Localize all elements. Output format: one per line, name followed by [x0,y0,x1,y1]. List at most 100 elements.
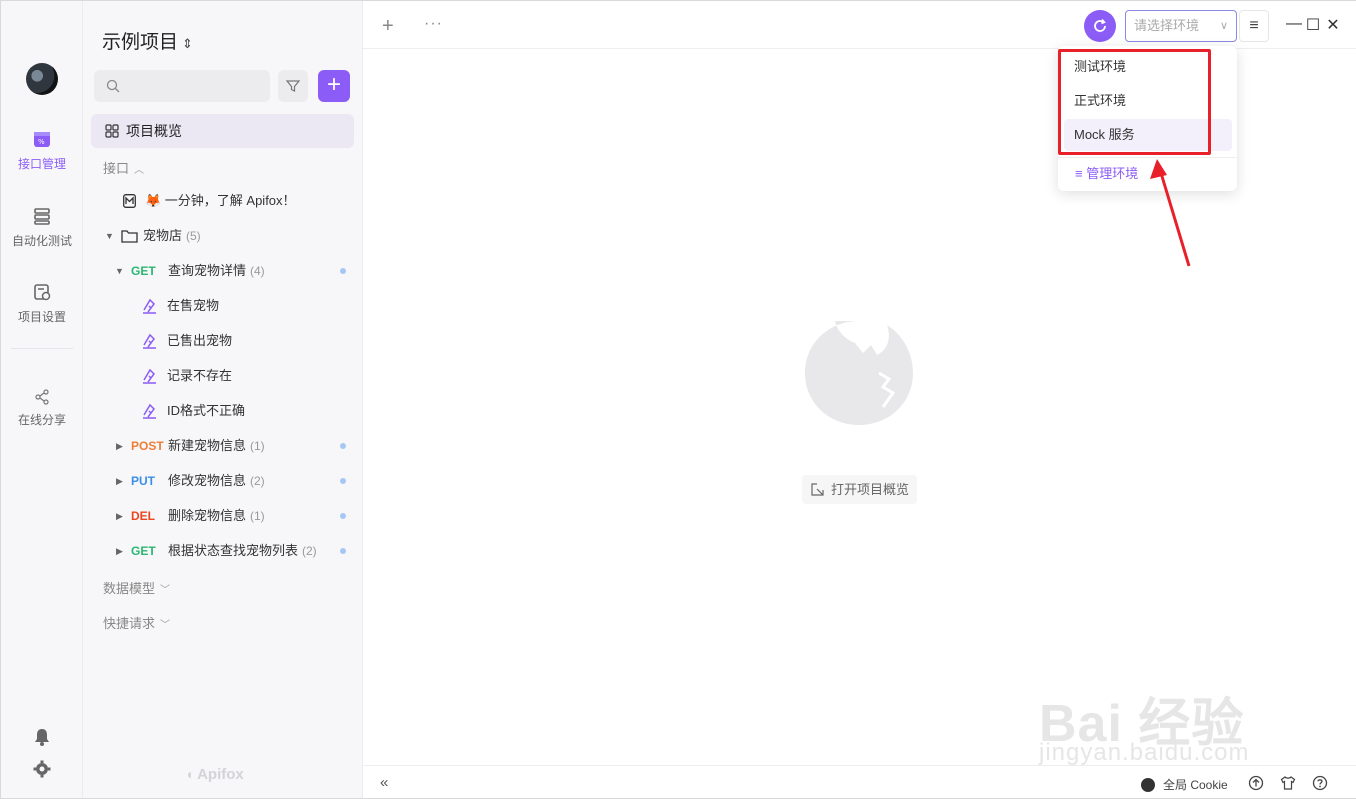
caret-right-icon: ▶ [116,441,123,451]
brand-logo: ◖ Apifox [185,766,244,783]
maximize-button[interactable]: ☐ [1304,15,1322,35]
endpoint-count: (1) [250,509,265,523]
rail-item-label: 自动化测试 [11,234,72,248]
caret-down-icon: ▼ [105,231,114,241]
status-dot [340,443,346,449]
api-icon: % [34,132,50,147]
collapse-sidebar-button[interactable]: « [380,774,388,791]
caret-right-icon: ▶ [116,476,123,486]
method-badge: GET [131,544,156,558]
section-label: 接口 [103,161,130,176]
rail-item-test[interactable]: 自动化测试 [1,206,83,249]
case-icon [143,298,156,314]
rail-item-share[interactable]: 在线分享 [1,389,83,428]
shirt-icon[interactable] [1280,775,1296,791]
chevron-down-icon: ﹀ [160,585,171,596]
more-icon[interactable]: ··· [424,15,443,33]
gear-icon[interactable] [32,759,52,779]
endpoint-count: (1) [250,439,265,453]
env-placeholder: 请选择环境 [1134,18,1200,33]
folder-icon [121,230,138,243]
watermark: Bai 经验 jingyan.baidu.com [1039,651,1339,771]
open-overview-button[interactable]: 打开项目概览 [802,475,917,504]
section-label: 快捷请求 [103,616,156,631]
open-overview-label: 打开项目概览 [831,482,910,497]
rail-item-settings[interactable]: 项目设置 [1,282,83,325]
rail-item-label: 在线分享 [17,413,66,427]
endpoint-label: 删除宠物信息 [168,508,247,523]
method-badge: PUT [131,474,155,488]
filter-icon [286,80,300,92]
case-row[interactable]: ID格式不正确 [83,396,363,426]
sidebar-item-overview[interactable]: 项目概览 [91,114,354,148]
menu-button[interactable]: ≡ [1239,10,1269,42]
method-badge: DEL [131,509,155,523]
avatar[interactable] [26,63,58,95]
empty-state-logo [805,321,913,425]
watermark-url: jingyan.baidu.com [1039,739,1250,766]
env-select[interactable]: 请选择环境 ∨ [1125,10,1237,42]
case-label: 已售出宠物 [167,333,233,348]
close-button[interactable]: ✕ [1324,15,1342,35]
rail-item-api[interactable]: % 接口管理 [1,129,83,172]
endpoint-row[interactable]: ▼ GET 查询宠物详情 (4) [83,256,363,286]
nav-rail: % 接口管理 自动化测试 项目设置 在线分享 [1,1,83,798]
doc-label: 🦊 一分钟，了解 Apifox！ [145,193,296,208]
chevron-up-icon: ︿ [134,165,145,176]
open-icon [811,483,824,496]
tree-item-doc[interactable]: 🦊 一分钟，了解 Apifox！ [83,186,363,216]
search-input[interactable] [94,70,270,102]
cookie-button[interactable]: 全局 Cookie [1141,776,1228,793]
grid-icon [105,124,119,138]
manage-env-label: 管理环境 [1086,166,1139,181]
switch-icon: ⇕ [182,36,193,51]
add-button[interactable]: + [318,70,350,102]
minimize-button[interactable]: — [1285,15,1303,33]
upload-icon[interactable] [1248,775,1264,791]
tree-folder[interactable]: ▼ 宠物店 (5) [83,221,363,251]
project-switcher[interactable]: 示例项目 ⇕ [102,27,193,54]
endpoint-row[interactable]: ▶ PUT 修改宠物信息 (2) [83,466,363,496]
filter-button[interactable] [278,70,308,102]
sidebar: 示例项目 ⇕ + 项目概览 接口 ︿ 🦊 一分钟，了解 Apifox！ ▼ 宠物… [83,1,363,798]
endpoint-row[interactable]: ▶ GET 根据状态查找宠物列表 (2) [83,536,363,566]
main-area: + ··· 请选择环境 ∨ ≡ — ☐ ✕ 测试环境 正式环境 Mock 服务 [363,1,1356,798]
highlight-box [1058,49,1211,155]
case-row[interactable]: 记录不存在 [83,361,363,391]
case-icon [143,368,156,384]
status-dot [340,548,346,554]
brand-label: Apifox [197,766,244,783]
section-api[interactable]: 接口 ︿ [103,158,144,177]
method-badge: GET [131,264,156,278]
status-dot [340,478,346,484]
method-badge: POST [131,439,164,453]
bell-icon[interactable] [32,727,52,747]
case-row[interactable]: 在售宠物 [83,291,363,321]
refresh-button[interactable] [1084,10,1116,42]
settings-icon [34,284,51,301]
rail-item-label: 接口管理 [17,157,66,171]
case-icon [143,333,156,349]
case-label: ID格式不正确 [167,403,246,418]
list-icon: ≡ [1075,166,1083,181]
manage-env-link[interactable]: ≡ 管理环境 [1075,164,1138,184]
endpoint-count: (2) [250,474,265,488]
svg-text:%: % [38,138,45,146]
case-icon [143,403,156,419]
case-row[interactable]: 已售出宠物 [83,326,363,356]
endpoint-label: 查询宠物详情 [168,263,247,278]
help-icon[interactable] [1312,775,1328,791]
endpoint-row[interactable]: ▶ POST 新建宠物信息 (1) [83,431,363,461]
section-quick[interactable]: 快捷请求 ﹀ [103,613,170,632]
chevron-down-icon: ﹀ [160,620,171,631]
section-models[interactable]: 数据模型 ﹀ [103,578,170,597]
refresh-icon [1094,18,1106,32]
new-tab-button[interactable]: + [382,15,394,38]
status-dot [340,268,346,274]
caret-right-icon: ▶ [116,546,123,556]
endpoint-count: (4) [250,264,265,278]
endpoint-row[interactable]: ▶ DEL 删除宠物信息 (1) [83,501,363,531]
chevron-down-icon: ∨ [1219,20,1228,32]
caret-down-icon: ▼ [115,266,124,276]
cookie-label: 全局 Cookie [1163,778,1228,792]
